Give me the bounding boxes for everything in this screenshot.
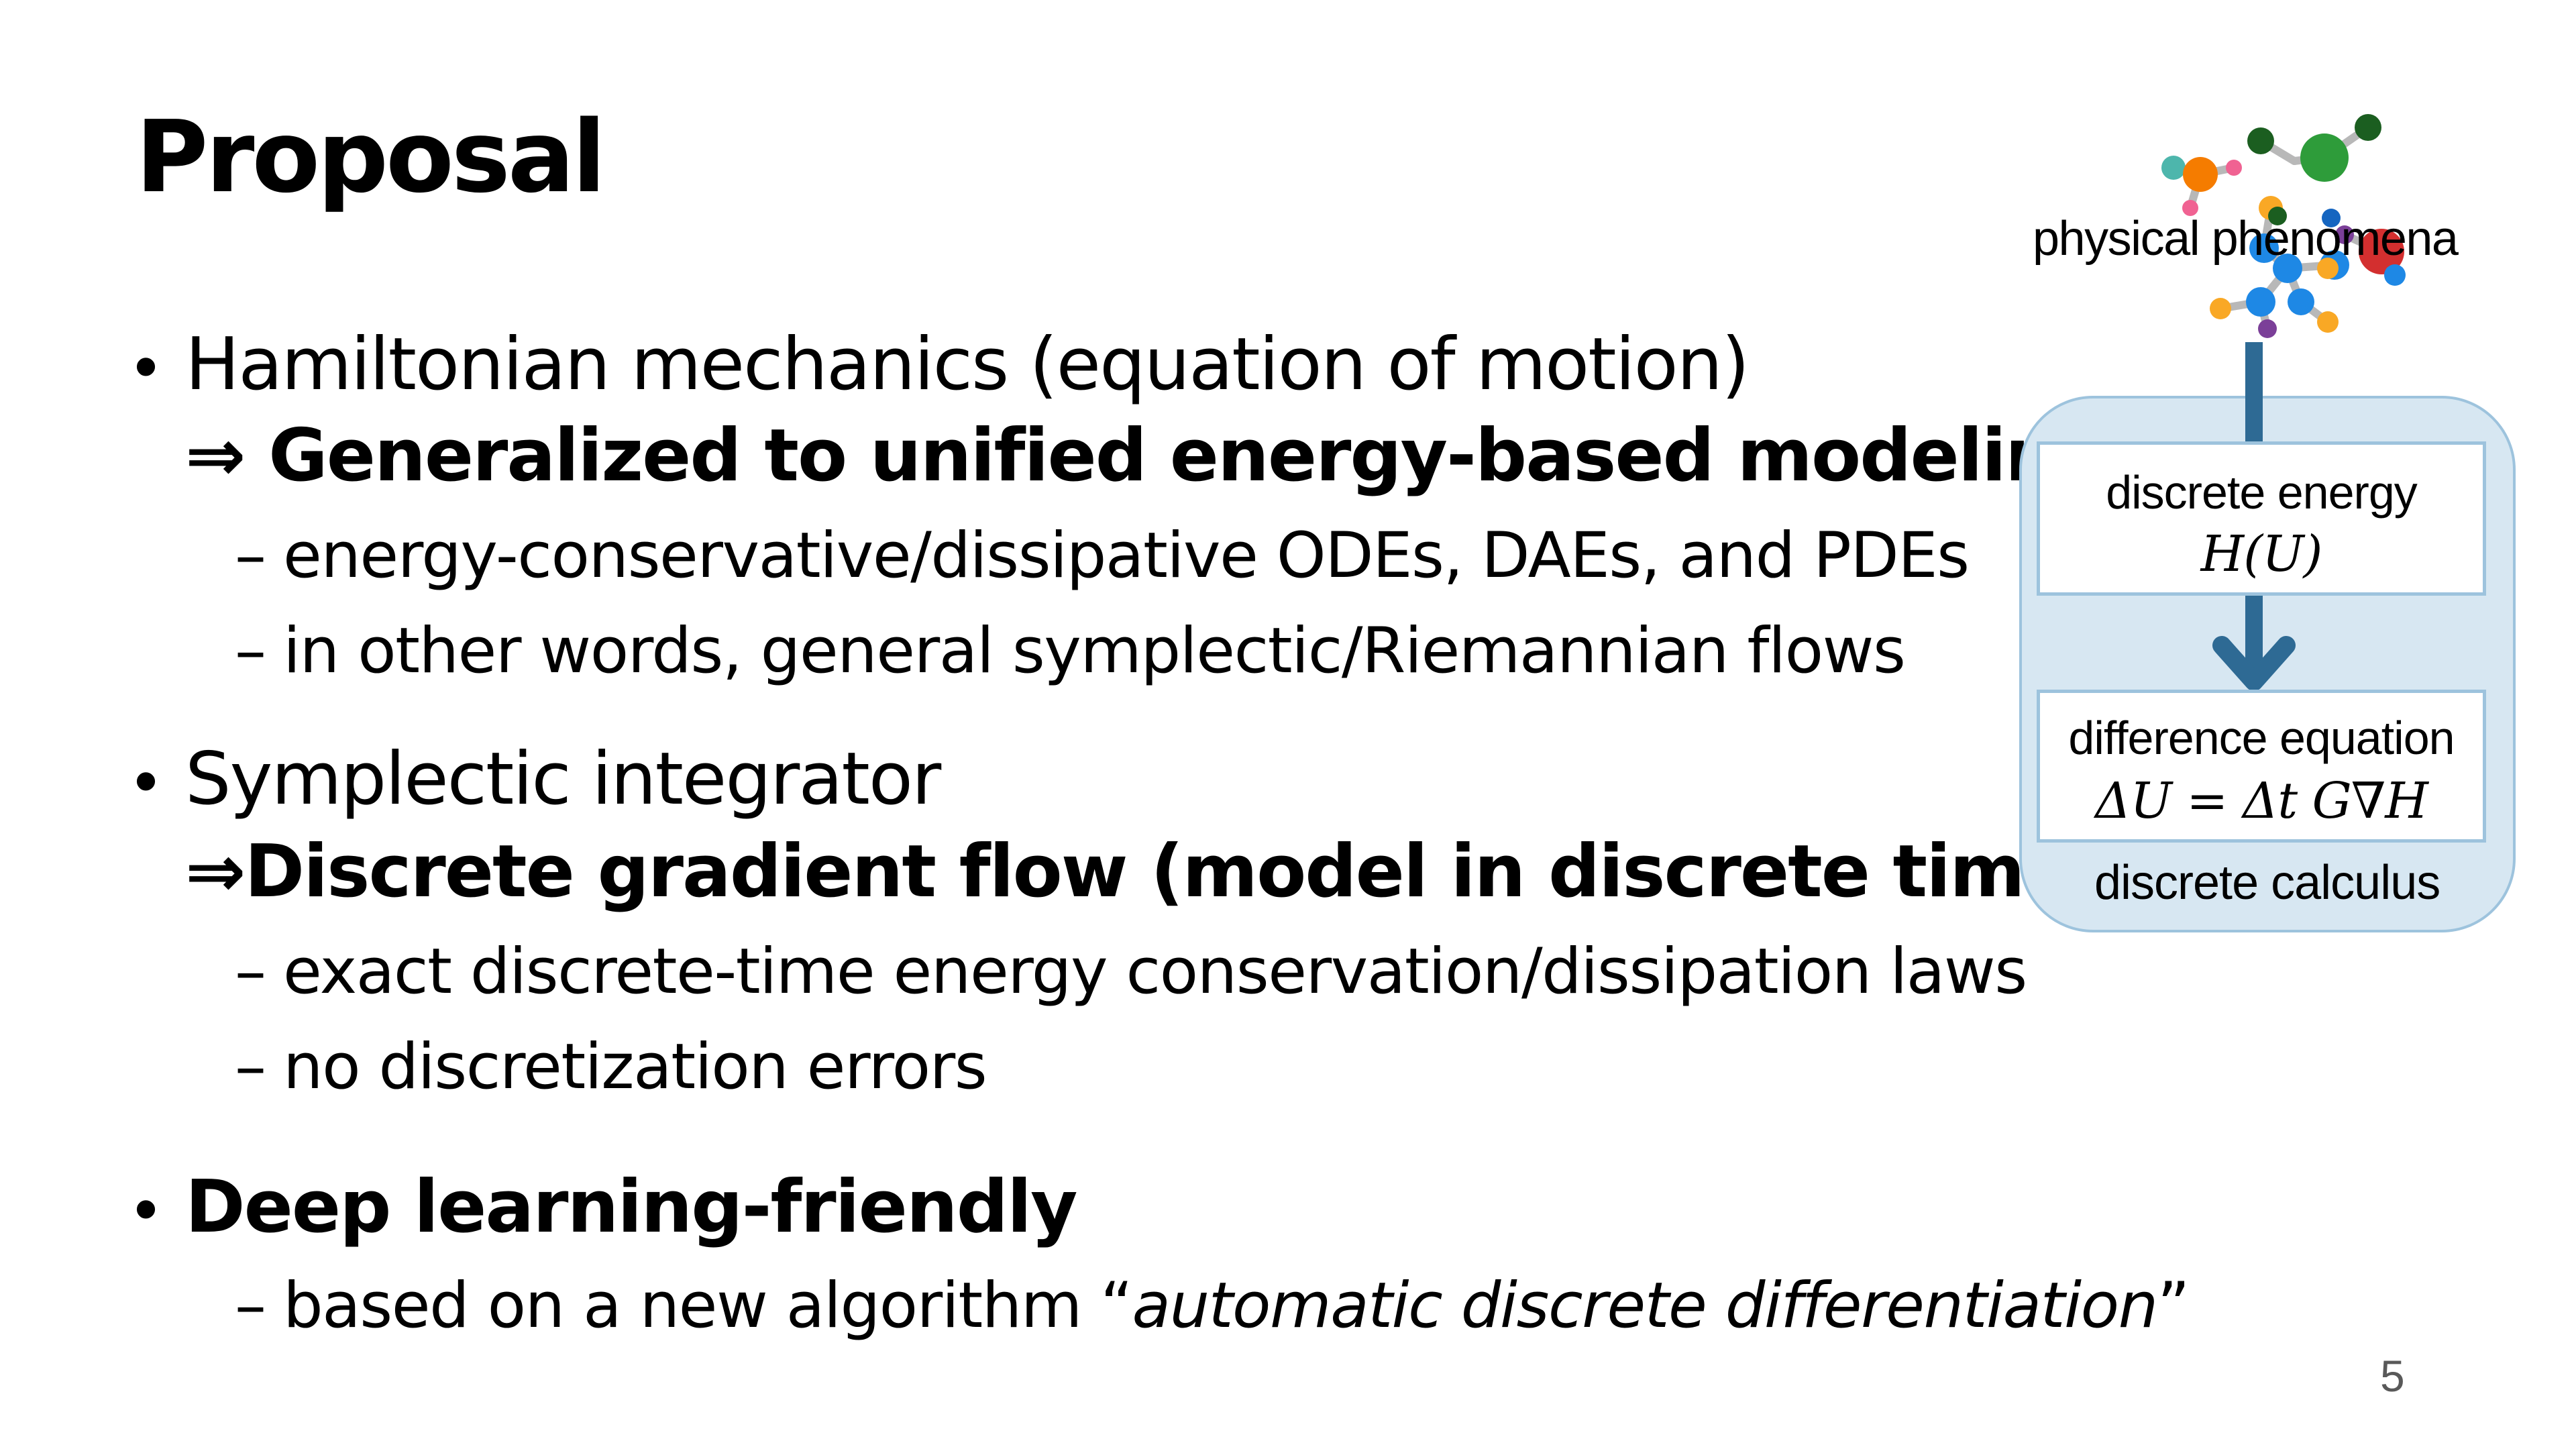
difference-equation-formula: ΔU = Δt G∇H xyxy=(2095,772,2428,830)
dash-marker: – xyxy=(235,614,266,688)
energy-formula: H(U) xyxy=(2200,525,2323,583)
implication-text: Generalized to unified energy-based mode… xyxy=(268,414,2107,498)
implies-arrow: ⇒ xyxy=(185,830,246,914)
sub-item-text: in other words, general symplectic/Riema… xyxy=(283,614,1906,688)
sub-item-text: no discretization errors xyxy=(283,1030,987,1104)
dash-marker: – xyxy=(235,519,266,592)
dash-marker: – xyxy=(235,1269,266,1342)
dash-marker: – xyxy=(235,1030,266,1104)
bullet-dot: • xyxy=(134,743,158,818)
implication-line: ⇒ Generalized to unified energy-based mo… xyxy=(185,420,2107,492)
sub-item-text: exact discrete-time energy conservation/… xyxy=(283,935,2027,1008)
sub-item-suffix: ” xyxy=(2157,1269,2190,1342)
sub-item: – exact discrete-time energy conservation… xyxy=(235,941,2027,1004)
sub-item: – no discretization errors xyxy=(235,1030,987,1104)
implication-line: ⇒Discrete gradient flow (model in discre… xyxy=(185,836,2104,908)
implies-arrow: ⇒ xyxy=(185,414,246,498)
sub-item: – in other words, general symplectic/Riem… xyxy=(235,614,1906,688)
implication-text: Discrete gradient flow (model in discret… xyxy=(244,830,2105,914)
dash-marker: – xyxy=(235,935,266,1008)
bullet-text: Symplectic integrator xyxy=(185,737,941,821)
slide-title: Proposal xyxy=(136,99,606,215)
workflow-diagram: physical phenomena discrete energy H(U) … xyxy=(2006,101,2516,939)
sub-item: – energy-conservative/dissipative ODEs, D… xyxy=(235,519,1970,592)
discrete-energy-label: discrete energy xyxy=(2106,466,2418,519)
difference-equation-box: difference equation ΔU = Δt G∇H xyxy=(2037,690,2486,843)
bullet-text: Deep learning-friendly xyxy=(185,1165,1078,1249)
discrete-energy-box: discrete energy H(U) xyxy=(2037,441,2486,596)
bullet-dot: • xyxy=(134,329,158,404)
difference-equation-label: difference equation xyxy=(2068,712,2455,764)
sub-item-text: energy-conservative/dissipative ODEs, DA… xyxy=(283,519,1970,592)
discrete-calculus-label: discrete calculus xyxy=(2094,856,2440,910)
page-number: 5 xyxy=(2380,1351,2405,1401)
sub-item-italic: automatic discrete differentiation xyxy=(1132,1269,2158,1342)
bullet-text: Hamiltonian mechanics (equation of motio… xyxy=(185,323,1750,407)
sub-item-text: based on a new algorithm “ xyxy=(283,1269,1133,1342)
sub-item: – based on a new algorithm “automatic dis… xyxy=(235,1269,2190,1342)
bullet-dot: • xyxy=(134,1171,158,1246)
slide: Proposal • Hamiltonian mechanics (equati… xyxy=(0,0,2576,1449)
